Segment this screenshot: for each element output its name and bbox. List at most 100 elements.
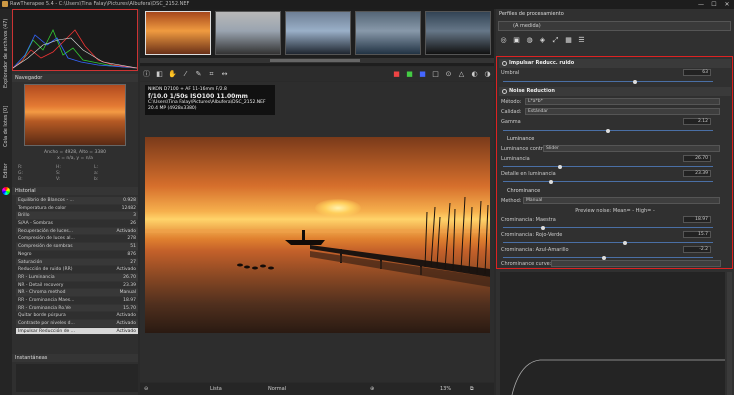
zoom-out-icon[interactable]: ⊖ — [144, 384, 148, 394]
navigator-thumbnail[interactable] — [24, 84, 126, 146]
filmstrip-thumbnail[interactable] — [215, 11, 281, 55]
transform-tab-icon[interactable]: ⤢ — [550, 35, 561, 45]
profile-selector[interactable]: (A medida) — [498, 21, 731, 31]
quality-select[interactable]: Estándar — [525, 108, 720, 115]
blue-channel-icon[interactable]: ■ — [417, 69, 428, 80]
crop-icon[interactable]: ⌗ — [206, 69, 217, 80]
slider-knob[interactable] — [601, 255, 606, 260]
zoom-fit-icon[interactable]: ⊕ — [370, 384, 374, 394]
history-item[interactable]: Compresión de luces al... 278 — [16, 235, 138, 244]
method-select[interactable]: L*a*b* — [525, 98, 720, 105]
focus-mask-icon[interactable]: ⊙ — [443, 69, 454, 80]
exposure-tab-icon[interactable]: ◎ — [498, 35, 509, 45]
detail-tab-icon[interactable]: ▣ — [511, 35, 522, 45]
detail-value[interactable]: 23.39 — [683, 170, 711, 177]
chroma-master-slider[interactable] — [503, 225, 713, 230]
main-image[interactable] — [145, 137, 490, 333]
history-item-value: 27 — [130, 259, 136, 265]
filmstrip-thumbnail[interactable] — [145, 11, 211, 55]
zoom-level[interactable]: 13% — [440, 384, 451, 394]
history-item[interactable]: RR - Luminancia 26.70 — [16, 273, 138, 282]
filmstrip-thumbnail[interactable] — [355, 11, 421, 55]
curve-area[interactable] — [500, 272, 725, 395]
luminance-control-select[interactable]: Slider — [543, 145, 720, 152]
filmstrip-scroll-thumb[interactable] — [270, 59, 360, 62]
history-item[interactable]: Saturación 27 — [16, 258, 138, 267]
advanced-tab-icon[interactable]: ◈ — [537, 35, 548, 45]
luminance-channel-icon[interactable]: □ — [430, 69, 441, 80]
chroma-master-value[interactable]: 18.97 — [683, 216, 711, 223]
history-item[interactable]: RR - Crominancia Maes... 18.97 — [16, 297, 138, 305]
noise-reduction-header[interactable]: Noise Reduction — [499, 87, 731, 96]
history-item[interactable]: Compresión de sombras 51 — [16, 243, 138, 251]
history-item[interactable]: NR - Chroma method Manual — [16, 289, 138, 297]
before-after-icon[interactable]: ◧ — [154, 69, 165, 80]
history-item[interactable]: S/AA - Sombras 26 — [16, 220, 138, 228]
luminance-value[interactable]: 26.70 — [683, 155, 711, 162]
enable-toggle-icon[interactable] — [502, 89, 507, 94]
history-item[interactable]: Contraste por niveles d... Activado — [16, 320, 138, 328]
history-item[interactable]: Equilibrio de Blancos - ... 0.928 — [16, 197, 138, 205]
history-item[interactable]: Recuperación de luces... Activado — [16, 227, 138, 236]
chroma-by-slider[interactable] — [503, 255, 713, 260]
slider-knob[interactable] — [622, 240, 627, 245]
color-picker-icon[interactable]: ✎ — [193, 69, 204, 80]
minimize-button[interactable]: — — [695, 0, 707, 9]
enable-toggle-icon[interactable] — [502, 61, 507, 66]
chroma-rg-slider[interactable] — [503, 240, 713, 245]
gamma-value[interactable]: 2.12 — [683, 118, 711, 125]
cursor-coords-label: x = n/a, y = n/a — [57, 156, 93, 161]
slider-knob[interactable] — [633, 79, 638, 84]
threshold-slider[interactable] — [503, 79, 713, 84]
tab-editor[interactable]: Editor — [1, 157, 11, 185]
luminance-row: Luminancia 26.70 — [501, 155, 729, 163]
filmstrip-thumbnail[interactable] — [425, 11, 491, 55]
snapshots-list[interactable] — [16, 364, 138, 392]
luminance-slider[interactable] — [503, 164, 713, 169]
right-panel-scrollbar[interactable] — [727, 272, 732, 395]
straighten-icon[interactable]: ↔ — [219, 69, 230, 80]
impulse-nr-header[interactable]: Impulsar Reducc. ruido — [499, 59, 731, 68]
slider-knob[interactable] — [557, 164, 562, 169]
normal-dropdown[interactable]: Normal — [268, 384, 286, 394]
slider-knob[interactable] — [540, 225, 545, 230]
lista-dropdown[interactable]: Lista — [210, 384, 222, 394]
history-item[interactable]: Impulsar Reducción de ... Activado — [16, 327, 138, 336]
filmstrip-scrollbar[interactable] — [140, 58, 494, 63]
filmstrip-thumbnail[interactable] — [285, 11, 351, 55]
history-item[interactable]: Temperatura de color 12482 — [16, 205, 138, 213]
history-item[interactable]: Brillo 3 — [16, 212, 138, 221]
hand-tool-icon[interactable]: ✋ — [167, 69, 178, 80]
raw-tab-icon[interactable]: ▦ — [563, 35, 574, 45]
slider-knob[interactable] — [549, 179, 554, 184]
close-button[interactable]: ✕ — [721, 0, 733, 9]
chroma-by-value[interactable]: -2.2 — [683, 246, 711, 253]
preview-area[interactable]: NIKON D7100 + AF 11-16mm F/2.8 f/10.0 1/… — [140, 82, 494, 382]
green-channel-icon[interactable]: ■ — [404, 69, 415, 80]
info-icon[interactable]: ⓘ — [141, 69, 152, 80]
metadata-tab-icon[interactable]: ☰ — [576, 35, 587, 45]
chroma-method-select[interactable]: Manual — [523, 197, 720, 204]
chroma-rg-value[interactable]: 15.7 — [683, 231, 711, 238]
threshold-value[interactable]: 63 — [683, 69, 711, 76]
chroma-curve-button[interactable] — [551, 260, 721, 267]
history-item[interactable]: NR - Detail recovery 23.39 — [16, 282, 138, 290]
shadows-clip-icon[interactable]: ◐ — [469, 69, 480, 80]
maximize-button[interactable]: ☐ — [708, 0, 720, 9]
highlights-clip-icon[interactable]: ◑ — [482, 69, 493, 80]
detail-slider[interactable] — [503, 179, 713, 184]
history-item[interactable]: Reducción de ruido (RR) Activado — [16, 266, 138, 274]
tab-file-browser[interactable]: Explorador de archivos (47) — [1, 13, 11, 93]
tab-queue[interactable]: Cola de lotes [0] — [1, 101, 11, 151]
history-item[interactable]: RR - Crominancia Ro.Ve 15.70 — [16, 304, 138, 313]
new-window-icon[interactable]: ⧉ — [470, 384, 474, 394]
color-tab-icon[interactable]: ◍ — [524, 35, 535, 45]
warning-icon[interactable]: △ — [456, 69, 467, 80]
gamma-slider[interactable] — [503, 128, 713, 133]
history-item-label: NR - Detail recovery — [18, 282, 64, 288]
red-channel-icon[interactable]: ■ — [391, 69, 402, 80]
history-item[interactable]: Negro 876 — [16, 251, 138, 259]
white-balance-picker-icon[interactable]: ⁄ — [180, 69, 191, 80]
slider-knob[interactable] — [606, 128, 610, 133]
history-item[interactable]: Quitar borde púrpura Activado — [16, 312, 138, 320]
